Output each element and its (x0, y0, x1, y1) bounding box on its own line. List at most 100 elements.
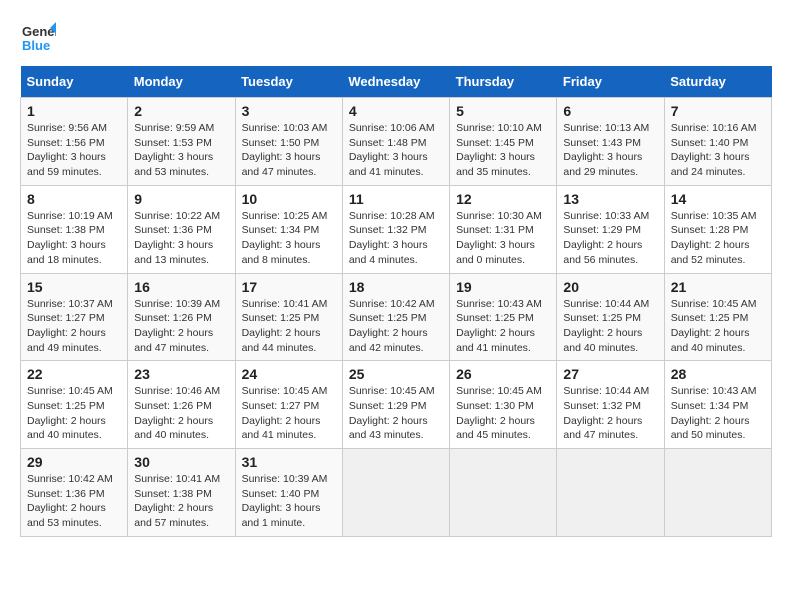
calendar-cell: 5 Sunrise: 10:10 AMSunset: 1:45 PMDayligh… (450, 98, 557, 186)
day-number: 29 (27, 454, 121, 470)
day-info: Sunrise: 10:45 AMSunset: 1:30 PMDaylight… (456, 384, 550, 443)
calendar-row: 15 Sunrise: 10:37 AMSunset: 1:27 PMDaylig… (21, 273, 772, 361)
calendar-cell: 22 Sunrise: 10:45 AMSunset: 1:25 PMDaylig… (21, 361, 128, 449)
logo-icon: General Blue (20, 20, 56, 56)
calendar-cell (342, 449, 449, 537)
day-number: 9 (134, 191, 228, 207)
day-info: Sunrise: 9:56 AMSunset: 1:56 PMDaylight:… (27, 121, 121, 180)
day-number: 10 (242, 191, 336, 207)
day-number: 2 (134, 103, 228, 119)
day-number: 1 (27, 103, 121, 119)
day-number: 12 (456, 191, 550, 207)
calendar-header-friday: Friday (557, 66, 664, 98)
day-number: 7 (671, 103, 765, 119)
day-info: Sunrise: 10:25 AMSunset: 1:34 PMDaylight… (242, 209, 336, 268)
day-info: Sunrise: 10:06 AMSunset: 1:48 PMDaylight… (349, 121, 443, 180)
calendar-cell: 4 Sunrise: 10:06 AMSunset: 1:48 PMDayligh… (342, 98, 449, 186)
logo: General Blue (20, 20, 60, 56)
calendar-header-monday: Monday (128, 66, 235, 98)
day-number: 13 (563, 191, 657, 207)
day-info: Sunrise: 10:39 AMSunset: 1:26 PMDaylight… (134, 297, 228, 356)
day-number: 19 (456, 279, 550, 295)
day-number: 24 (242, 366, 336, 382)
calendar-cell: 7 Sunrise: 10:16 AMSunset: 1:40 PMDayligh… (664, 98, 771, 186)
calendar-cell: 25 Sunrise: 10:45 AMSunset: 1:29 PMDaylig… (342, 361, 449, 449)
day-info: Sunrise: 10:41 AMSunset: 1:38 PMDaylight… (134, 472, 228, 531)
day-info: Sunrise: 10:30 AMSunset: 1:31 PMDaylight… (456, 209, 550, 268)
day-number: 20 (563, 279, 657, 295)
calendar-cell: 18 Sunrise: 10:42 AMSunset: 1:25 PMDaylig… (342, 273, 449, 361)
calendar-header-row: SundayMondayTuesdayWednesdayThursdayFrid… (21, 66, 772, 98)
day-info: Sunrise: 10:45 AMSunset: 1:27 PMDaylight… (242, 384, 336, 443)
day-info: Sunrise: 10:43 AMSunset: 1:34 PMDaylight… (671, 384, 765, 443)
calendar-cell: 23Sunrise: 10:46 AMSunset: 1:26 PMDaylig… (128, 361, 235, 449)
day-info: Sunrise: 10:45 AMSunset: 1:29 PMDaylight… (349, 384, 443, 443)
calendar-header-tuesday: Tuesday (235, 66, 342, 98)
calendar-cell: 17Sunrise: 10:41 AMSunset: 1:25 PMDaylig… (235, 273, 342, 361)
day-info: Sunrise: 10:37 AMSunset: 1:27 PMDaylight… (27, 297, 121, 356)
day-number: 21 (671, 279, 765, 295)
calendar-cell: 24 Sunrise: 10:45 AMSunset: 1:27 PMDaylig… (235, 361, 342, 449)
day-number: 14 (671, 191, 765, 207)
day-number: 22 (27, 366, 121, 382)
day-number: 27 (563, 366, 657, 382)
day-info: Sunrise: 10:03 AMSunset: 1:50 PMDaylight… (242, 121, 336, 180)
day-number: 28 (671, 366, 765, 382)
calendar-cell (664, 449, 771, 537)
day-info: Sunrise: 10:10 AMSunset: 1:45 PMDaylight… (456, 121, 550, 180)
calendar-cell: 19Sunrise: 10:43 AMSunset: 1:25 PMDaylig… (450, 273, 557, 361)
day-number: 26 (456, 366, 550, 382)
day-number: 23 (134, 366, 228, 382)
day-number: 4 (349, 103, 443, 119)
day-number: 6 (563, 103, 657, 119)
calendar-cell: 15 Sunrise: 10:37 AMSunset: 1:27 PMDaylig… (21, 273, 128, 361)
day-info: Sunrise: 10:33 AMSunset: 1:29 PMDaylight… (563, 209, 657, 268)
page-header: General Blue (20, 20, 772, 56)
calendar-header-wednesday: Wednesday (342, 66, 449, 98)
day-number: 16 (134, 279, 228, 295)
day-info: Sunrise: 10:35 AMSunset: 1:28 PMDaylight… (671, 209, 765, 268)
day-info: Sunrise: 10:16 AMSunset: 1:40 PMDaylight… (671, 121, 765, 180)
calendar-cell (557, 449, 664, 537)
calendar-cell (450, 449, 557, 537)
calendar-row: 22 Sunrise: 10:45 AMSunset: 1:25 PMDaylig… (21, 361, 772, 449)
day-info: Sunrise: 10:22 AMSunset: 1:36 PMDaylight… (134, 209, 228, 268)
day-info: Sunrise: 10:28 AMSunset: 1:32 PMDaylight… (349, 209, 443, 268)
day-info: Sunrise: 10:19 AMSunset: 1:38 PMDaylight… (27, 209, 121, 268)
day-number: 25 (349, 366, 443, 382)
day-info: Sunrise: 9:59 AMSunset: 1:53 PMDaylight:… (134, 121, 228, 180)
day-info: Sunrise: 10:42 AMSunset: 1:25 PMDaylight… (349, 297, 443, 356)
day-number: 15 (27, 279, 121, 295)
day-number: 5 (456, 103, 550, 119)
day-info: Sunrise: 10:44 AMSunset: 1:25 PMDaylight… (563, 297, 657, 356)
calendar-cell: 28 Sunrise: 10:43 AMSunset: 1:34 PMDaylig… (664, 361, 771, 449)
calendar-header-saturday: Saturday (664, 66, 771, 98)
svg-text:Blue: Blue (22, 38, 50, 53)
calendar-cell: 21 Sunrise: 10:45 AMSunset: 1:25 PMDaylig… (664, 273, 771, 361)
calendar-cell: 1 Sunrise: 9:56 AMSunset: 1:56 PMDaylight… (21, 98, 128, 186)
day-number: 30 (134, 454, 228, 470)
day-number: 11 (349, 191, 443, 207)
day-info: Sunrise: 10:39 AMSunset: 1:40 PMDaylight… (242, 472, 336, 531)
calendar-cell: 26 Sunrise: 10:45 AMSunset: 1:30 PMDaylig… (450, 361, 557, 449)
calendar-cell: 16 Sunrise: 10:39 AMSunset: 1:26 PMDaylig… (128, 273, 235, 361)
day-number: 17 (242, 279, 336, 295)
calendar-table: SundayMondayTuesdayWednesdayThursdayFrid… (20, 66, 772, 537)
calendar-cell: 12 Sunrise: 10:30 AMSunset: 1:31 PMDaylig… (450, 185, 557, 273)
calendar-cell: 8Sunrise: 10:19 AMSunset: 1:38 PMDayligh… (21, 185, 128, 273)
day-number: 18 (349, 279, 443, 295)
day-info: Sunrise: 10:42 AMSunset: 1:36 PMDaylight… (27, 472, 121, 531)
calendar-cell: 9 Sunrise: 10:22 AMSunset: 1:36 PMDayligh… (128, 185, 235, 273)
calendar-cell: 30 Sunrise: 10:41 AMSunset: 1:38 PMDaylig… (128, 449, 235, 537)
day-info: Sunrise: 10:13 AMSunset: 1:43 PMDaylight… (563, 121, 657, 180)
calendar-cell: 13 Sunrise: 10:33 AMSunset: 1:29 PMDaylig… (557, 185, 664, 273)
calendar-cell: 6 Sunrise: 10:13 AMSunset: 1:43 PMDayligh… (557, 98, 664, 186)
day-info: Sunrise: 10:45 AMSunset: 1:25 PMDaylight… (27, 384, 121, 443)
calendar-cell: 20 Sunrise: 10:44 AMSunset: 1:25 PMDaylig… (557, 273, 664, 361)
day-number: 31 (242, 454, 336, 470)
day-info: Sunrise: 10:45 AMSunset: 1:25 PMDaylight… (671, 297, 765, 356)
calendar-row: 8Sunrise: 10:19 AMSunset: 1:38 PMDayligh… (21, 185, 772, 273)
calendar-header-sunday: Sunday (21, 66, 128, 98)
calendar-cell: 11 Sunrise: 10:28 AMSunset: 1:32 PMDaylig… (342, 185, 449, 273)
calendar-cell: 29 Sunrise: 10:42 AMSunset: 1:36 PMDaylig… (21, 449, 128, 537)
